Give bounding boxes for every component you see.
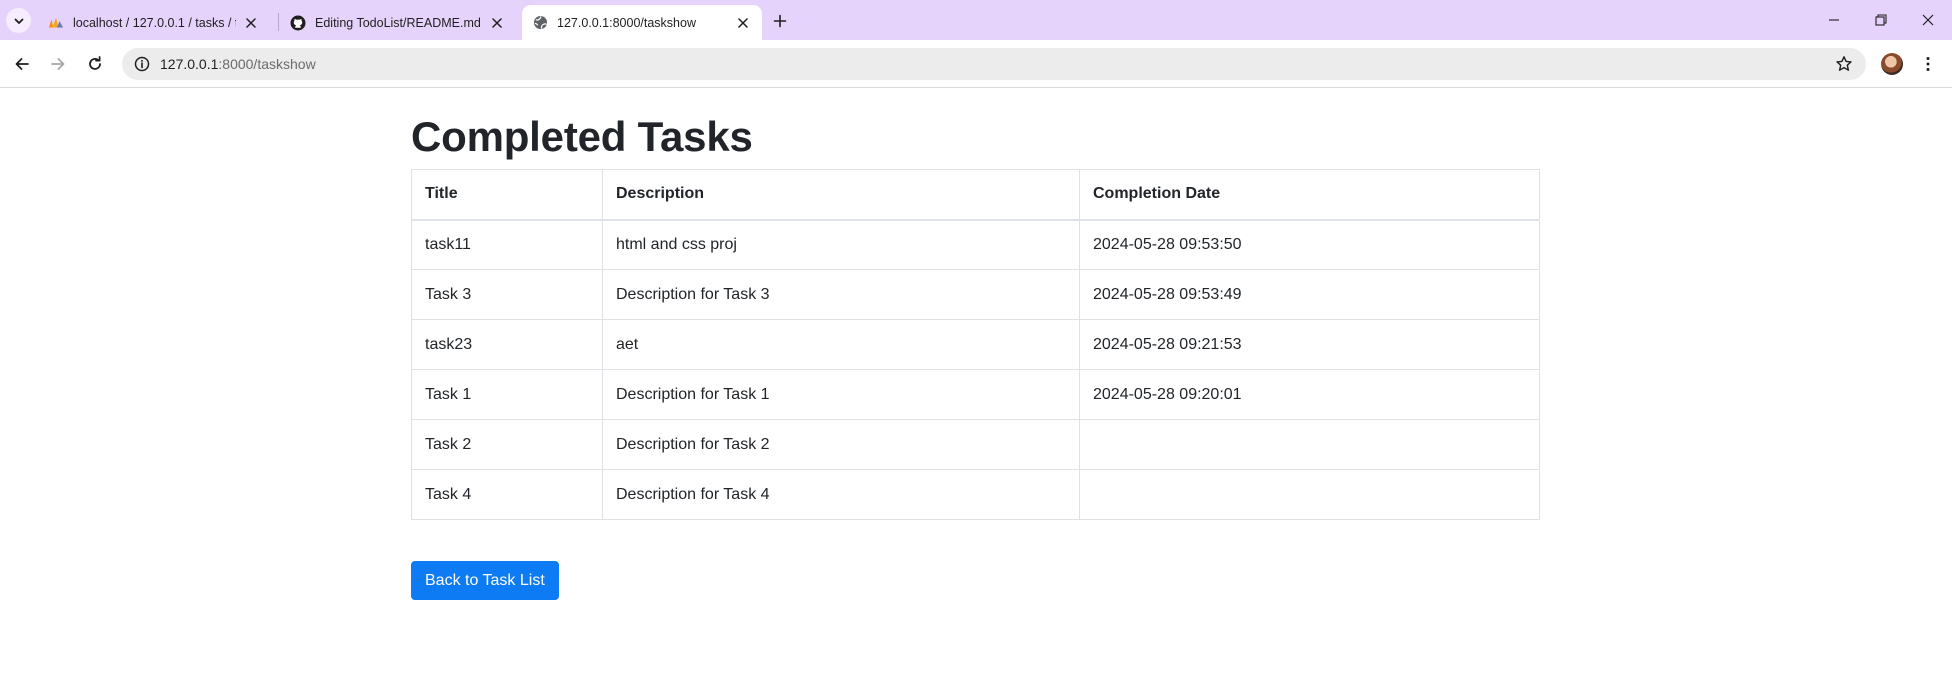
forward-nav-button[interactable] — [44, 50, 72, 78]
reload-button[interactable] — [81, 50, 109, 78]
tab-phpmyadmin[interactable]: localhost / 127.0.0.1 / tasks / ta — [38, 5, 270, 40]
column-header-description: Description — [602, 169, 1080, 221]
task-completion-date-cell: 2024-05-28 09:53:49 — [1079, 269, 1540, 320]
task-completion-date-cell: 2024-05-28 09:21:53 — [1079, 319, 1540, 370]
arrow-right-icon — [50, 56, 66, 72]
tab-strip: localhost / 127.0.0.1 / tasks / ta Editi… — [0, 0, 1952, 40]
browser-toolbar: 127.0.0.1:8000/taskshow — [0, 40, 1952, 88]
info-icon[interactable] — [133, 55, 151, 73]
task-description-cell: Description for Task 4 — [602, 469, 1080, 520]
star-icon[interactable] — [1834, 54, 1854, 74]
close-icon — [1922, 14, 1934, 26]
task-description-cell: Description for Task 2 — [602, 419, 1080, 470]
profile-avatar[interactable] — [1881, 53, 1903, 75]
page-title: Completed Tasks — [411, 113, 753, 160]
globe-icon — [532, 15, 548, 31]
column-header-title: Title — [411, 169, 603, 221]
task-title-cell: task23 — [411, 319, 603, 370]
plus-icon — [773, 14, 787, 28]
task-completion-date-cell: 2024-05-28 09:53:50 — [1079, 219, 1540, 270]
phpmyadmin-icon — [48, 15, 64, 31]
page-content: Completed Tasks Title Description Comple… — [0, 89, 1952, 676]
minimize-button[interactable] — [1811, 0, 1857, 40]
completed-tasks-table: Title Description Completion Date task11… — [411, 169, 1540, 520]
more-vertical-icon — [1925, 56, 1931, 72]
address-bar[interactable]: 127.0.0.1:8000/taskshow — [122, 48, 1866, 80]
table-row: Task 1 Description for Task 1 2024-05-28… — [411, 369, 1540, 420]
task-completion-date-cell: 2024-05-28 09:20:01 — [1079, 369, 1540, 420]
task-completion-date-cell — [1079, 469, 1540, 520]
column-header-completion-date: Completion Date — [1079, 169, 1540, 221]
task-title-cell: Task 4 — [411, 469, 603, 520]
task-title-cell: Task 2 — [411, 419, 603, 470]
task-description-cell: html and css proj — [602, 219, 1080, 270]
table-row: Task 4 Description for Task 4 — [411, 469, 1540, 520]
github-icon — [290, 15, 306, 31]
tab-github[interactable]: Editing TodoList/README.md at — [280, 5, 516, 40]
back-nav-button[interactable] — [8, 50, 36, 78]
task-title-cell: Task 1 — [411, 369, 603, 420]
restore-button[interactable] — [1858, 0, 1904, 40]
task-title-cell: task11 — [411, 219, 603, 270]
url-text[interactable]: 127.0.0.1:8000/taskshow — [160, 56, 316, 72]
task-description-cell: Description for Task 3 — [602, 269, 1080, 320]
minimize-icon — [1828, 14, 1840, 26]
tab-title: 127.0.0.1:8000/taskshow — [557, 15, 696, 30]
new-tab-button[interactable] — [768, 9, 792, 33]
tab-title: localhost / 127.0.0.1 / tasks / ta — [73, 15, 236, 30]
table-row: Task 3 Description for Task 3 2024-05-28… — [411, 269, 1540, 320]
url-host: 127.0.0.1 — [160, 56, 219, 72]
url-path: :8000/taskshow — [218, 56, 316, 72]
tab-search-button[interactable] — [6, 8, 31, 33]
browser-menu-button[interactable] — [1916, 52, 1940, 76]
table-row: Task 2 Description for Task 2 — [411, 419, 1540, 470]
arrow-left-icon — [14, 56, 30, 72]
tab-taskshow[interactable]: 127.0.0.1:8000/taskshow — [522, 5, 762, 40]
close-icon[interactable] — [488, 14, 506, 32]
window-close-button[interactable] — [1905, 0, 1951, 40]
task-description-cell: aet — [602, 319, 1080, 370]
task-title-cell: Task 3 — [411, 269, 603, 320]
restore-icon — [1875, 14, 1887, 26]
close-icon[interactable] — [242, 14, 260, 32]
tab-divider — [278, 13, 279, 31]
tab-title: Editing TodoList/README.md at — [315, 15, 482, 30]
table-header-row: Title Description Completion Date — [411, 169, 1540, 221]
table-row: task23 aet 2024-05-28 09:21:53 — [411, 319, 1540, 370]
reload-icon — [87, 56, 103, 72]
chevron-down-icon — [13, 15, 25, 27]
task-description-cell: Description for Task 1 — [602, 369, 1080, 420]
task-completion-date-cell — [1079, 419, 1540, 470]
close-icon[interactable] — [734, 14, 752, 32]
back-to-task-list-button[interactable]: Back to Task List — [411, 561, 559, 600]
table-row: task11 html and css proj 2024-05-28 09:5… — [411, 219, 1540, 270]
